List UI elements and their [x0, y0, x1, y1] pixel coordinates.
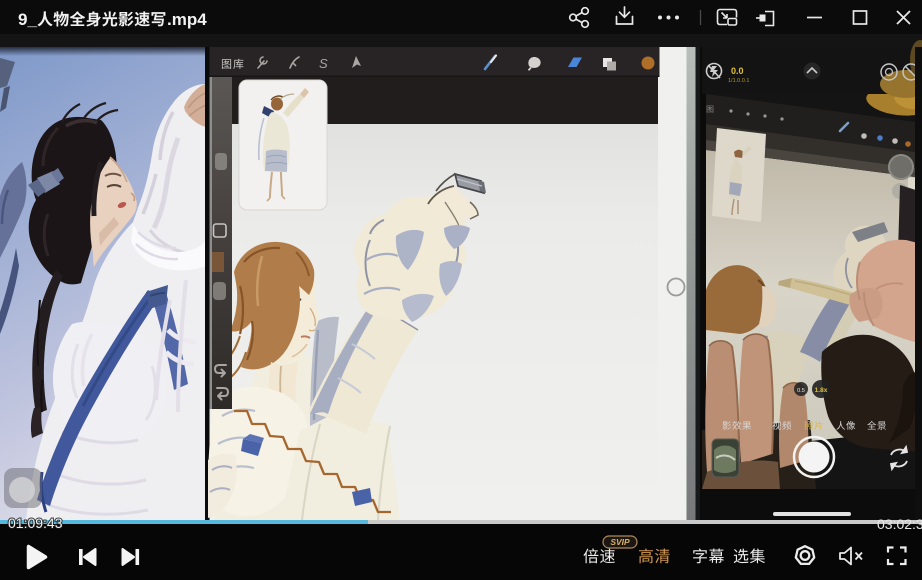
svg-text:01:09:43: 01:09:43 [8, 515, 63, 531]
svg-text:S: S [319, 56, 328, 71]
svg-text:1/1.0.0.1: 1/1.0.0.1 [728, 78, 749, 84]
svg-text:03:02:37: 03:02:37 [877, 516, 922, 532]
svg-text:1.8x: 1.8x [815, 387, 828, 394]
svg-text:0.0: 0.0 [731, 66, 744, 76]
svg-text:0.5: 0.5 [797, 388, 805, 394]
svg-text:SVIP: SVIP [610, 537, 630, 547]
svg-text:9_: 9_ [18, 10, 37, 29]
svg-text:.mp4: .mp4 [167, 10, 207, 29]
